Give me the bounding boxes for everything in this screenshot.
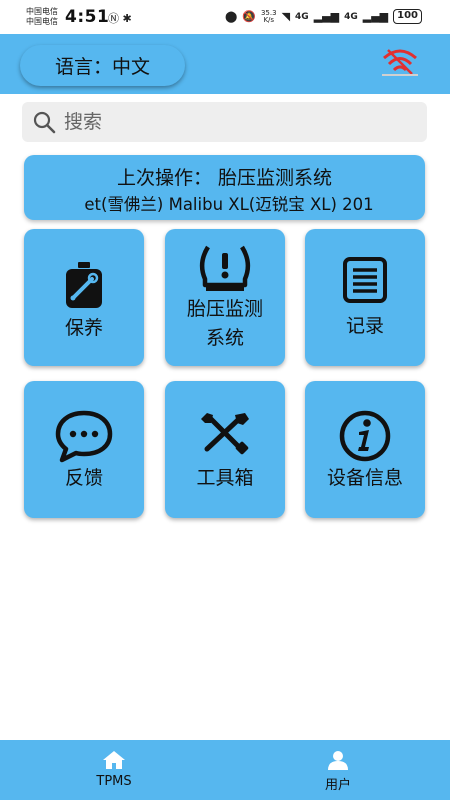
tile-device-info[interactable]: 设备信息 bbox=[305, 381, 425, 518]
nav-label-tpms: TPMS bbox=[96, 774, 132, 789]
tile-feedback[interactable]: 反馈 bbox=[24, 381, 144, 518]
tile-record-label: 记录 bbox=[345, 315, 384, 337]
app-header: 语言：中文 bbox=[0, 34, 450, 94]
tile-tire-pressure[interactable]: 胎压监测 系统 bbox=[165, 229, 285, 366]
tire-pressure-icon bbox=[199, 245, 251, 291]
bluetooth-icon: ✱ bbox=[122, 12, 132, 25]
network-type-2: 4G bbox=[344, 11, 358, 22]
carrier-info: 中国电信 中国电信 bbox=[26, 7, 58, 27]
location-icon: ⬤ bbox=[224, 10, 238, 23]
carrier-1: 中国电信 bbox=[26, 7, 58, 16]
network-speed: 35.3 K/s bbox=[261, 9, 277, 24]
tile-toolbox-label: 工具箱 bbox=[196, 467, 254, 489]
language-button[interactable]: 语言：中文 bbox=[20, 45, 185, 86]
tile-tire-pressure-label-line2: 系统 bbox=[205, 327, 244, 349]
status-bar: 中国电信 中国电信 4:51 Ⓝ ✱ ⬤ 🔕 35.3 K/s ◥ 4G ▂▄▆… bbox=[0, 0, 450, 34]
battery-indicator: 100 bbox=[393, 9, 422, 24]
wifi-icon: ◥ bbox=[281, 10, 291, 23]
speed-unit: K/s bbox=[263, 15, 275, 24]
network-type-1: 4G bbox=[295, 11, 309, 22]
nfc-icon: Ⓝ bbox=[108, 12, 119, 25]
bottom-nav: TPMS 用户 bbox=[0, 740, 450, 800]
tile-device-info-label: 设备信息 bbox=[326, 467, 403, 489]
tile-record[interactable]: 记录 bbox=[305, 229, 425, 366]
search-input[interactable] bbox=[64, 111, 404, 133]
status-left-icons: Ⓝ ✱ bbox=[108, 10, 132, 26]
info-icon bbox=[339, 410, 391, 462]
last-operation-title: 上次操作： 胎压监测系统 bbox=[116, 167, 333, 189]
nav-item-tpms[interactable]: TPMS bbox=[54, 740, 174, 800]
mute-icon: 🔕 bbox=[242, 10, 256, 23]
tile-maintenance-label: 保养 bbox=[64, 317, 103, 339]
nav-label-user: 用户 bbox=[324, 778, 351, 793]
status-right-icons: ⬤ 🔕 35.3 K/s ◥ 4G ▂▄▆ 4G ▂▄▆ 100 bbox=[225, 9, 422, 24]
last-operation-card[interactable]: 上次操作： 胎压监测系统 et(雪佛兰) Malibu XL(迈锐宝 XL) 2… bbox=[24, 155, 425, 220]
user-icon bbox=[328, 751, 348, 770]
nav-item-user[interactable]: 用户 bbox=[278, 740, 398, 800]
search-bar[interactable] bbox=[22, 102, 427, 142]
tile-tire-pressure-label-line1: 胎压监测 bbox=[186, 298, 263, 320]
feedback-icon bbox=[55, 410, 113, 463]
record-icon bbox=[343, 257, 387, 303]
toolbox-icon bbox=[201, 413, 249, 455]
tile-tire-pressure-label: 胎压监测 系统 bbox=[165, 295, 285, 353]
last-operation-vehicle: et(雪佛兰) Malibu XL(迈锐宝 XL) 201 bbox=[84, 195, 374, 214]
status-time: 4:51 bbox=[65, 7, 110, 27]
signal-icon: ▂▄▆ bbox=[313, 10, 340, 23]
tile-toolbox[interactable]: 工具箱 bbox=[165, 381, 285, 518]
home-icon bbox=[103, 751, 125, 769]
tile-maintenance[interactable]: 保养 bbox=[24, 229, 144, 366]
search-icon bbox=[33, 111, 56, 134]
signal-icon-2: ▂▄▆ bbox=[362, 10, 389, 23]
wifi-off-icon[interactable] bbox=[380, 44, 420, 80]
carrier-2: 中国电信 bbox=[26, 17, 58, 26]
tile-feedback-label: 反馈 bbox=[64, 467, 103, 489]
maintenance-icon bbox=[66, 262, 102, 308]
